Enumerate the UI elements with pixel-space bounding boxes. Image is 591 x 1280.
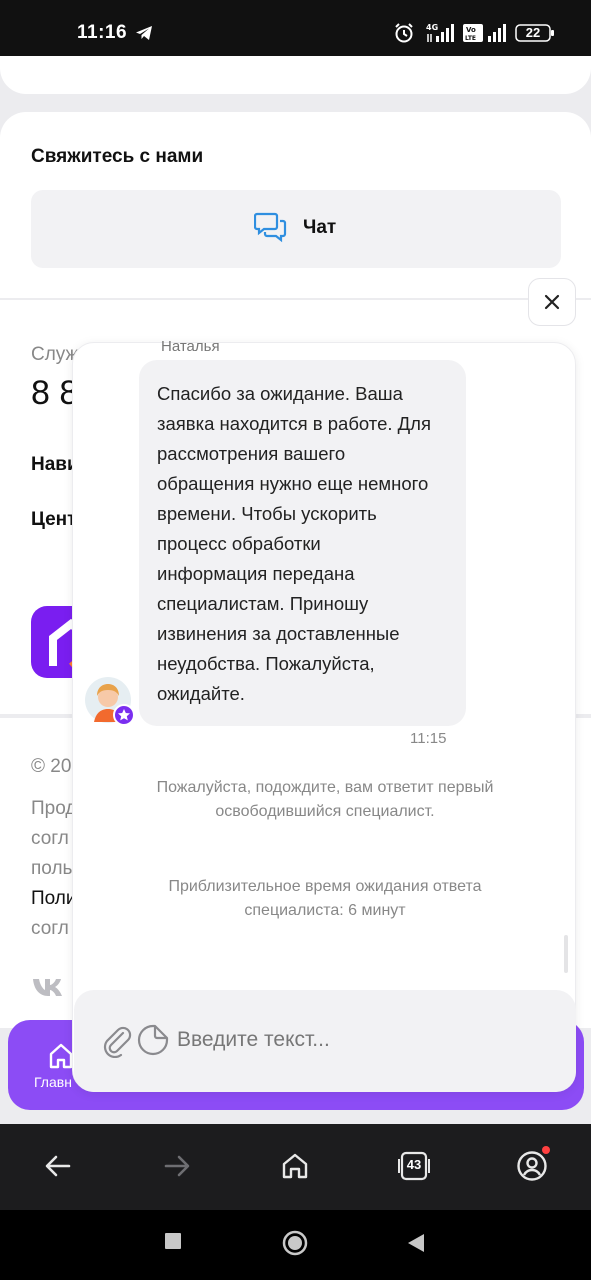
copyright: © 20	[31, 756, 72, 777]
chat-scrollbar[interactable]	[564, 935, 568, 973]
back-arrow-icon[interactable]	[42, 1150, 74, 1182]
system-back-icon[interactable]	[406, 1232, 426, 1254]
footer-line-3: поль	[31, 858, 73, 879]
recents-icon[interactable]	[164, 1232, 182, 1250]
close-chat-button[interactable]	[528, 278, 576, 326]
message-input[interactable]	[177, 1022, 557, 1058]
center-link[interactable]: Цент	[31, 509, 76, 531]
top-card	[0, 56, 591, 94]
telegram-icon	[136, 26, 152, 40]
volte-icon: Vo LTE	[463, 24, 483, 42]
svg-text:4G: 4G	[426, 23, 438, 32]
agent-avatar	[85, 677, 134, 726]
status-time: 11:16	[77, 22, 128, 43]
nav-home-label[interactable]: Главн	[34, 1074, 72, 1090]
profile-icon[interactable]	[516, 1150, 548, 1182]
vk-icon[interactable]	[31, 976, 67, 998]
tabs-count: 43	[406, 1157, 422, 1172]
footer-policy-link[interactable]: Поли	[31, 888, 77, 910]
system-message-eta: Приблизительное время ожидания ответа сп…	[168, 878, 482, 919]
system-home-icon[interactable]	[282, 1230, 308, 1256]
paperclip-icon[interactable]	[101, 1024, 133, 1058]
message-bubble: Спасибо за ожидание. Ваша заявка находит…	[139, 360, 466, 726]
message-time: 11:15	[410, 730, 447, 747]
chat-button[interactable]	[31, 190, 561, 268]
footer-line-2: согл	[31, 828, 69, 849]
agent-name: Наталья	[161, 338, 220, 355]
footer-line-5: согл	[31, 918, 69, 939]
signal-4g-icon: 4G	[426, 23, 454, 42]
chat-button-label: Чат	[303, 217, 337, 238]
forward-arrow-icon[interactable]	[161, 1150, 193, 1182]
alarm-icon	[395, 23, 413, 43]
status-bar: 11:16 4G Vo LTE 22	[0, 0, 591, 56]
sticker-icon[interactable]	[137, 1024, 169, 1056]
system-message-wait: Пожалуйста, подождите, вам ответит первы…	[156, 779, 494, 820]
message-text: Спасибо за ожидание. Ваша заявка находит…	[157, 383, 431, 704]
browser-home-icon[interactable]	[279, 1150, 311, 1182]
signal-icon	[488, 24, 506, 42]
chat-bubbles-icon	[254, 212, 287, 243]
footer-line-1: Прод	[31, 798, 77, 819]
battery-level: 22	[525, 25, 541, 40]
svg-text:Vo: Vo	[466, 26, 476, 34]
close-icon	[544, 294, 560, 310]
svg-text:LTE: LTE	[465, 35, 476, 42]
notification-dot	[542, 1146, 550, 1154]
contact-title: Свяжитесь с нами	[31, 146, 204, 167]
